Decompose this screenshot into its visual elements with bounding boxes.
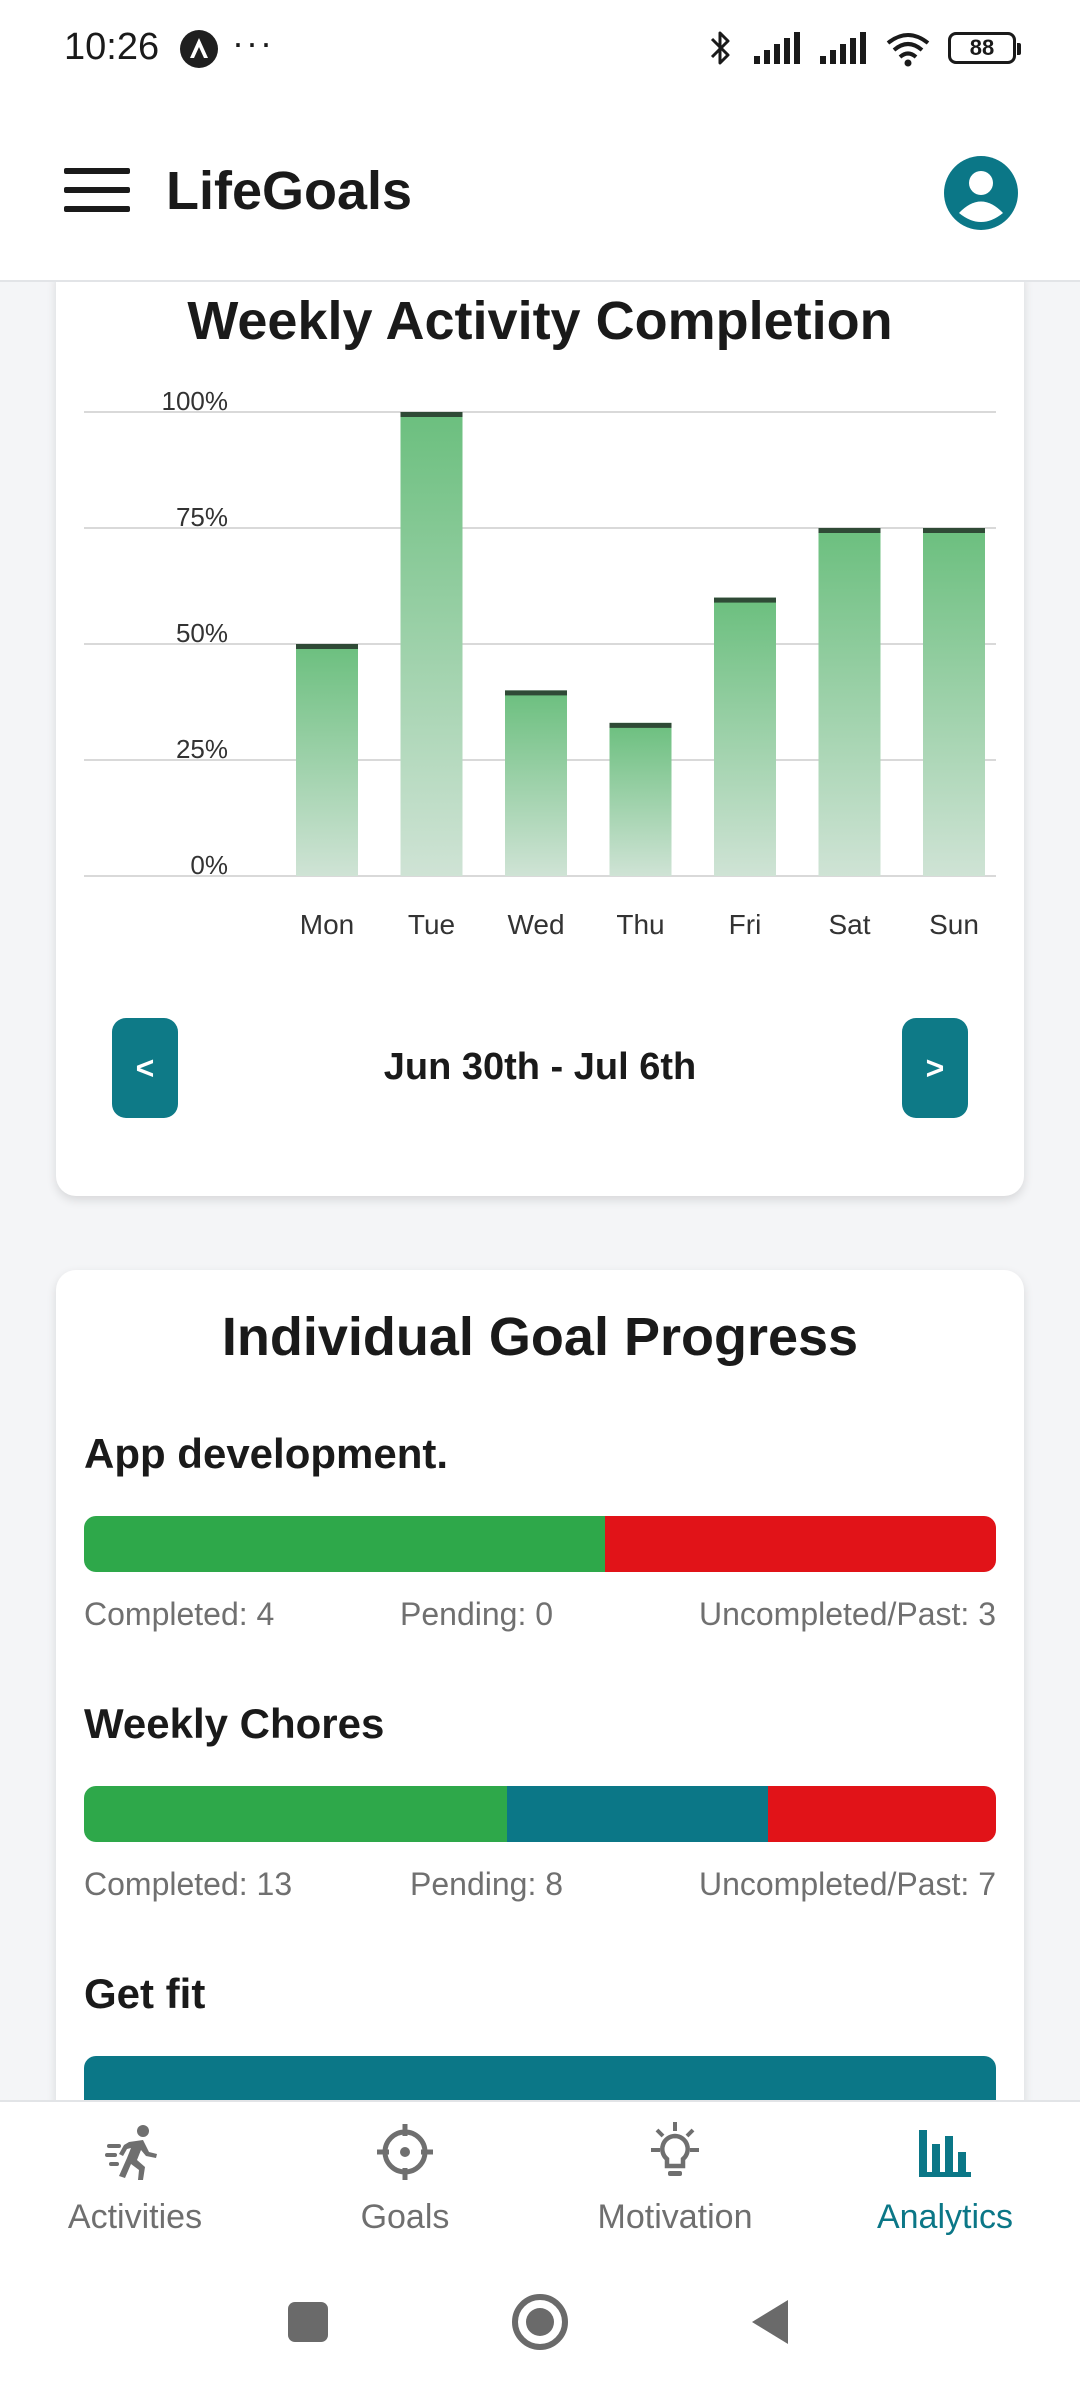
y-tick-label: 25% <box>176 734 228 764</box>
pending-count: Pending: 0 <box>400 1596 554 1632</box>
chart-bar-cap <box>609 722 672 728</box>
app-bar: LifeGoals <box>0 96 1080 282</box>
y-tick-label: 50% <box>176 618 228 648</box>
analytics-content[interactable]: Weekly Activity Completion 0% 25% 50% 75% 10… <box>0 282 1080 2100</box>
pending-segment <box>84 2056 996 2100</box>
nav-label-activities: Activities <box>67 2198 203 2236</box>
x-tick-label: Fri <box>729 909 762 940</box>
chart-bar-tue <box>400 412 463 876</box>
chart-bar-cap <box>714 597 776 603</box>
nav-label-motivation: Motivation <box>597 2198 753 2236</box>
recents-icon[interactable] <box>276 2290 340 2354</box>
goal-name: Weekly Chores <box>84 1700 385 1747</box>
weekly-activity-card: Weekly Activity Completion 0% 25% 50% 75% 10… <box>56 282 1024 1196</box>
nav-tab-motivation[interactable]: Motivation <box>540 2102 810 2252</box>
wifi-icon <box>886 33 930 67</box>
chart-bar-cap <box>923 528 985 533</box>
signal-icon <box>754 32 800 64</box>
chart-bar-fri <box>714 597 776 876</box>
completed-count: Completed: 4 <box>84 1596 275 1632</box>
status-more-indicator: ··· <box>232 22 274 63</box>
goal-progress-bar <box>84 1516 996 1572</box>
uncompleted-segment <box>767 1786 996 1842</box>
chart-bar-thu <box>609 722 672 876</box>
system-navigation-bar <box>0 2250 1080 2400</box>
next-week-button[interactable]: > <box>902 1018 968 1118</box>
x-tick-label: Wed <box>507 909 564 940</box>
goal-progress-title: Individual Goal Progress <box>221 1307 859 1367</box>
chart-bar-wed <box>505 690 567 876</box>
completed-segment <box>84 1516 606 1572</box>
bar-chart-icon <box>919 2130 971 2177</box>
signal-icon <box>820 32 866 64</box>
bluetooth-icon <box>710 31 730 65</box>
nav-tab-analytics[interactable]: Analytics <box>810 2102 1080 2252</box>
y-tick-label: 100% <box>162 386 229 416</box>
goal-progress-bar <box>84 2056 996 2100</box>
goal-name: Get fit <box>84 1970 206 2017</box>
nav-tab-activities[interactable]: Activities <box>0 2102 270 2252</box>
status-icons: 88 <box>706 26 1021 70</box>
chart-bar-cap <box>818 528 881 533</box>
uncompleted-count: Uncompleted/Past: 7 <box>698 1866 996 1902</box>
bottom-navigation: Activities Goals Motivation Analytics <box>0 2100 1080 2250</box>
back-icon[interactable] <box>740 2290 804 2354</box>
status-bar: 10:26 ··· 88 <box>0 0 1080 96</box>
running-icon <box>105 2125 157 2180</box>
chart-bar-cap <box>400 412 463 417</box>
uncompleted-segment <box>605 1516 996 1572</box>
chart-bar-sun <box>923 528 985 876</box>
nav-label-analytics: Analytics <box>876 2198 1014 2236</box>
battery-icon: 88 <box>948 32 1021 64</box>
chart-bar-cap <box>296 644 358 649</box>
chart-bar-cap <box>505 690 567 696</box>
chart-bar-sat <box>818 528 881 876</box>
x-tick-label: Mon <box>300 909 354 940</box>
completed-segment <box>84 1786 508 1842</box>
app-title: LifeGoals <box>166 161 413 221</box>
week-range-label: Jun 30th - Jul 6th <box>383 1046 697 1088</box>
x-tick-label: Sun <box>929 909 979 940</box>
y-tick-label: 0% <box>190 850 228 880</box>
home-icon[interactable] <box>508 2290 572 2354</box>
battery-level: 88 <box>969 35 995 60</box>
y-tick-label: 75% <box>176 502 228 532</box>
x-tick-label: Tue <box>408 909 455 940</box>
x-tick-label: Sat <box>828 909 870 940</box>
nav-tab-goals[interactable]: Goals <box>270 2102 540 2252</box>
pending-count: Pending: 8 <box>410 1866 564 1902</box>
uncompleted-count: Uncompleted/Past: 3 <box>698 1596 996 1632</box>
nav-label-goals: Goals <box>360 2198 450 2236</box>
weekly-activity-chart: 0% 25% 50% 75% 100% Mon Tue Wed Thu Fri Sat Sun <box>84 386 996 940</box>
menu-icon[interactable] <box>64 166 130 214</box>
goal-progress-bar <box>84 1786 996 1842</box>
x-tick-label: Thu <box>616 909 664 940</box>
account-icon[interactable] <box>944 156 1018 230</box>
completed-count: Completed: 13 <box>84 1866 293 1902</box>
target-icon <box>377 2124 433 2180</box>
lightbulb-icon <box>651 2122 699 2176</box>
goal-progress-card: Individual Goal Progress App development… <box>56 1270 1024 2100</box>
status-time: 10:26 <box>64 26 160 68</box>
chart-bar-mon <box>296 644 358 876</box>
pending-segment <box>507 1786 768 1842</box>
goal-name: App development. <box>84 1430 449 1477</box>
app-badge-icon <box>180 30 218 68</box>
